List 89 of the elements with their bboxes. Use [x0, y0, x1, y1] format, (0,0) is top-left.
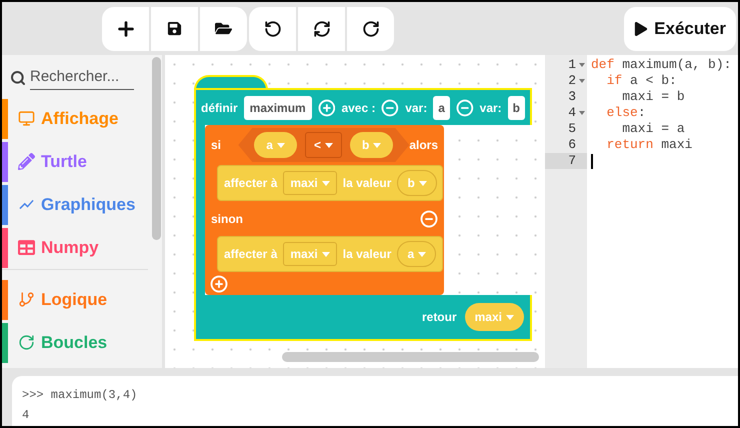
- remove-circle-icon: [456, 98, 474, 116]
- block-label: alors: [409, 137, 438, 154]
- block-label: var:: [405, 100, 428, 116]
- line-number: 5: [568, 121, 576, 137]
- text-cursor: [591, 154, 593, 168]
- toolbar-button[interactable]: [200, 6, 247, 50]
- console-line: 4: [22, 408, 30, 422]
- redo-icon: [362, 20, 380, 38]
- add-circle-icon: [210, 274, 228, 292]
- parameter-field[interactable]: a: [433, 96, 450, 120]
- parameter-field[interactable]: b: [508, 96, 525, 120]
- block-label: var:: [480, 100, 502, 116]
- caret-icon: [373, 142, 382, 148]
- console-line: >>> maximum(3,4): [22, 388, 138, 402]
- variable-dropdown[interactable]: maxi: [283, 242, 337, 266]
- line-number: 4: [568, 105, 576, 121]
- category-label: Boucles: [41, 332, 108, 354]
- caret-icon: [418, 180, 427, 186]
- code-line: maxi = a: [621, 121, 685, 137]
- fold-caret-icon[interactable]: [579, 63, 585, 67]
- line-number: 1: [568, 57, 576, 73]
- category-label: Numpy: [41, 236, 99, 259]
- save-icon: [167, 21, 182, 36]
- scrollbar-thumb[interactable]: [152, 57, 160, 240]
- refresh-icon: [312, 20, 330, 38]
- toolbar-button[interactable]: [151, 6, 198, 50]
- toolbar-button[interactable]: [298, 6, 345, 50]
- toolbar-button[interactable]: [347, 6, 394, 50]
- variable-dropdown[interactable]: maxi: [283, 171, 337, 195]
- toolbar-button[interactable]: [102, 6, 149, 50]
- remove-circle-icon: [381, 98, 400, 116]
- category-label: Graphiques: [41, 194, 136, 216]
- search-field[interactable]: Rechercher...: [8, 65, 144, 91]
- block-label: affecter à: [224, 246, 278, 263]
- category-item[interactable]: Graphiques: [2, 183, 150, 226]
- block-label: la valeur: [342, 175, 392, 192]
- function-name-field[interactable]: maximum: [244, 96, 312, 120]
- operator-dropdown[interactable]: <: [304, 132, 342, 158]
- caret-icon: [418, 252, 426, 256]
- play-icon: [634, 22, 648, 36]
- value-dropdown[interactable]: a: [397, 241, 436, 267]
- caret-icon: [324, 142, 333, 148]
- fold-caret-icon[interactable]: [579, 79, 585, 83]
- loop-arrow-icon: [18, 334, 35, 351]
- toolbar-button[interactable]: [249, 6, 296, 50]
- caret-icon: [322, 252, 330, 256]
- category-label: Affichage: [41, 108, 118, 130]
- line-number: 2: [568, 73, 576, 89]
- category-item[interactable]: Turtle: [2, 140, 150, 183]
- table-icon: [18, 239, 35, 256]
- caret-icon: [506, 314, 514, 320]
- variable-dropdown[interactable]: a: [254, 132, 297, 158]
- code-line: return maxi: [606, 137, 692, 153]
- category-item[interactable]: Logique: [2, 278, 148, 321]
- line-number: 7: [568, 153, 576, 169]
- folder-icon: [215, 20, 232, 37]
- block-label: définir: [201, 100, 238, 116]
- add-circle-icon: [318, 98, 336, 116]
- horizontal-scrollbar-thumb[interactable]: [282, 352, 539, 362]
- fold-caret-icon[interactable]: [579, 111, 585, 115]
- code-line: if a < b:: [606, 73, 677, 89]
- branch-icon: [18, 291, 35, 308]
- line-number: 6: [568, 137, 576, 153]
- category-item[interactable]: Affichage: [2, 97, 150, 140]
- block-label: affecter à: [224, 175, 278, 192]
- monitor-icon: [18, 110, 35, 127]
- variable-dropdown[interactable]: b: [350, 132, 394, 158]
- category-label: Turtle: [41, 150, 87, 173]
- run-button[interactable]: Exécuter: [624, 6, 736, 50]
- value-dropdown[interactable]: b: [397, 170, 437, 196]
- category-item[interactable]: Boucles: [2, 321, 148, 364]
- code-line: else:: [606, 105, 646, 121]
- remove-circle-icon: [420, 210, 438, 228]
- return-dropdown[interactable]: maxi: [464, 303, 524, 331]
- block-label: si: [211, 137, 222, 154]
- code-line: def maximum(a, b):: [591, 57, 732, 73]
- undo-icon: [264, 20, 282, 38]
- line-number: 3: [568, 89, 576, 105]
- block-label: la valeur: [342, 246, 392, 263]
- code-line: maxi = b: [621, 89, 685, 105]
- search-icon: [10, 70, 26, 86]
- caret-icon: [322, 180, 330, 186]
- pencil-icon: [18, 153, 35, 170]
- block-label: retour: [422, 309, 457, 326]
- category-item[interactable]: Numpy: [2, 226, 150, 269]
- category-label: Logique: [41, 288, 108, 311]
- block-label: avec :: [341, 100, 376, 116]
- block-label: sinon: [211, 210, 243, 228]
- caret-icon: [276, 142, 285, 148]
